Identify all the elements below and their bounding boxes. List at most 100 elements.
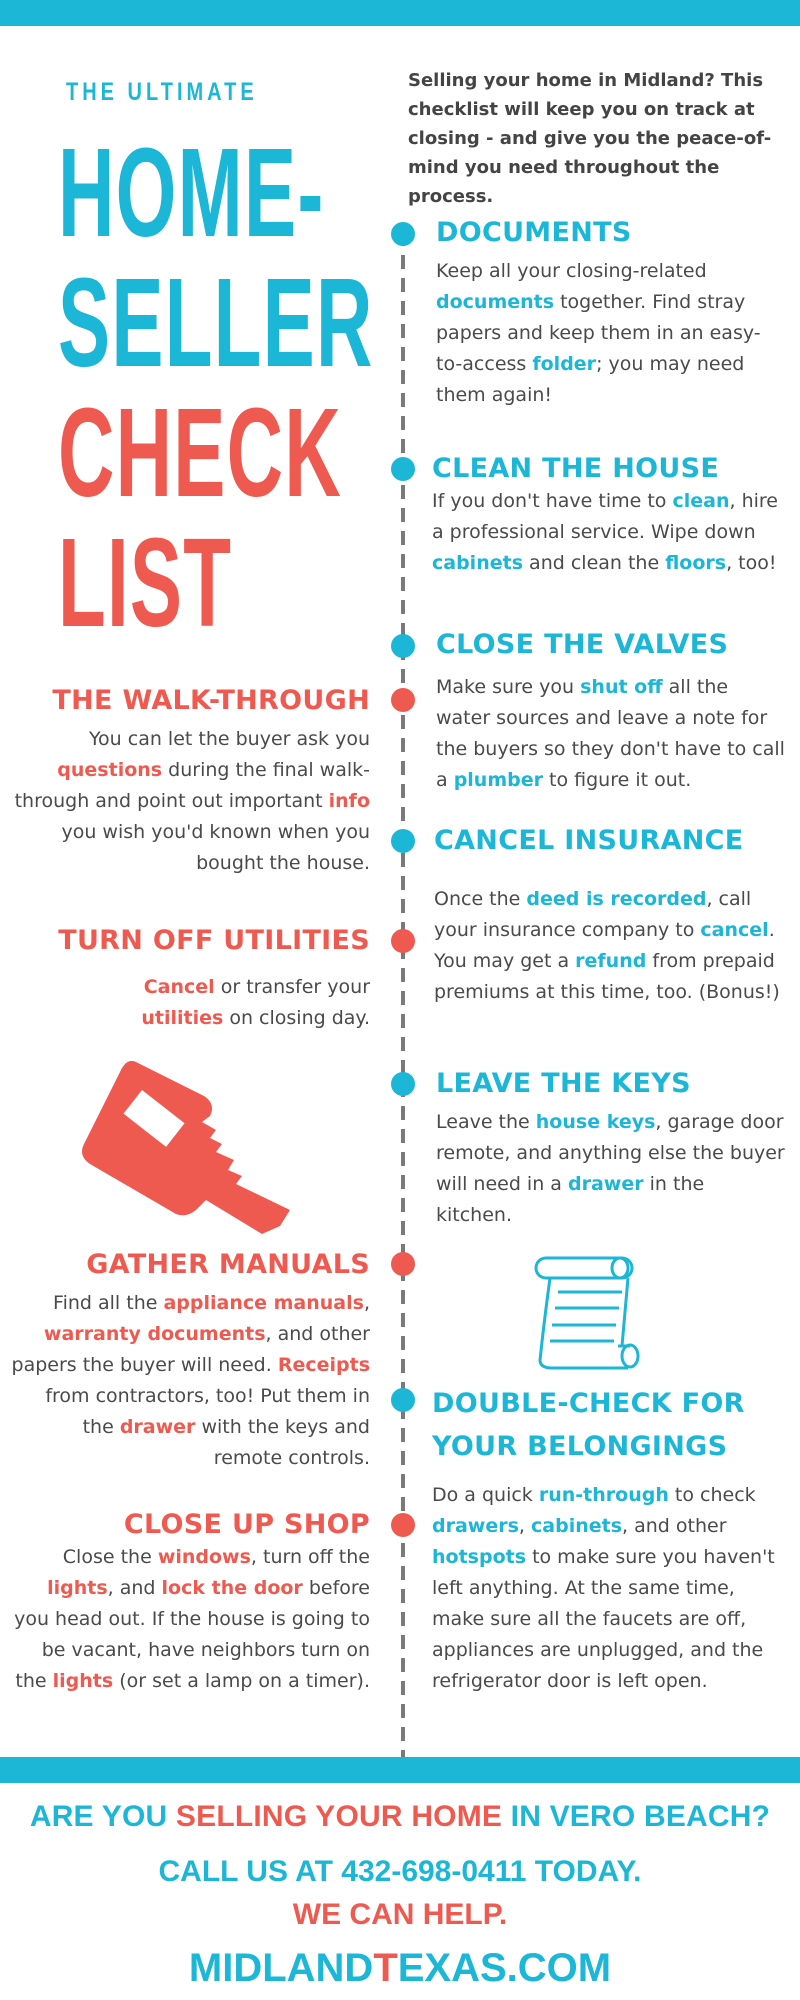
highlight-term: refund [575,950,647,972]
footer-banner-bar [0,1757,800,1783]
highlight-term: utilities [141,1007,224,1029]
intro-text: Selling your home in Midland? This check… [408,70,772,207]
body-text: , [518,1515,532,1537]
section-body: Keep all your closing-related documents … [436,256,786,411]
highlight-term: lights [47,1577,108,1599]
body-text: to figure it out. [542,769,692,791]
timeline-dot-walkthrough [391,688,415,712]
section-walkthrough: THE WALK-THROUGH You can let the buyer a… [10,684,370,879]
section-heading: CLEAN THE HOUSE [432,453,720,484]
section-body: Leave the house keys, garage door remote… [436,1107,786,1231]
body-text: Close the [62,1546,158,1568]
body-text: Do a quick [432,1484,539,1506]
highlight-term: Cancel [143,976,215,998]
section-turn-off-utilities: TURN OFF UTILITIES Cancel or transfer yo… [10,924,370,1034]
highlight-term: warranty documents [43,1323,266,1345]
website-highlight: T [373,1946,398,1990]
highlight-term: clean [672,490,730,512]
highlight-term: hotspots [432,1546,527,1568]
section-heading: THE WALK-THROUGH [52,685,370,716]
highlight-term: floors [665,552,727,574]
section-body: Once the deed is recorded, call your ins… [434,884,784,1008]
body-text: , and other [622,1515,727,1537]
website-part: EXAS.COM [397,1946,612,1990]
section-heading: TURN OFF UTILITIES [58,925,370,956]
section-heading: LEAVE THE KEYS [436,1068,691,1099]
highlight-term: deed is recorded [526,888,707,910]
footer-question-highlight: SELLING YOUR HOME [175,1800,503,1833]
body-text: on closing day. [223,1007,370,1029]
body-text: and clean the [523,552,666,574]
website-part: MIDLAND [188,1946,374,1990]
highlight-term: questions [57,759,163,781]
body-text: to check [668,1484,756,1506]
highlight-term: run-through [538,1484,669,1506]
scroll-icon [534,1256,640,1370]
title-line-home: HOME- [58,122,325,263]
section-heading: CLOSE UP SHOP [123,1509,370,1540]
section-body: Find all the appliance manuals, warranty… [10,1288,370,1474]
section-body: Cancel or transfer your utilities on clo… [70,972,370,1034]
highlight-term: drawers [432,1515,519,1537]
body-text: or transfer your [214,976,370,998]
body-text: , [363,1292,370,1314]
highlight-term: lights [52,1670,114,1692]
footer-help-line: WE CAN HELP. [292,1898,508,1931]
footer-phone-line: CALL US AT 432-698-0411 TODAY. [158,1855,642,1888]
timeline-dot-insurance [391,829,415,853]
body-text: , and [107,1577,162,1599]
highlight-term: windows [157,1546,251,1568]
section-documents: DOCUMENTS Keep all your closing-related … [436,216,786,411]
highlight-term: cancel [700,919,769,941]
body-text: You can let the buyer ask you [88,728,370,750]
section-double-check: DOUBLE-CHECK FOR YOUR BELONGINGS Do a qu… [432,1382,792,1697]
section-body: Make sure you shut off all the water sou… [436,672,786,796]
body-text: , too! [726,552,777,574]
section-body: Do a quick run-through to check drawers,… [432,1480,792,1697]
body-text: Find all the [53,1292,164,1314]
timeline-dot-valves [391,634,415,658]
title-line-seller: SELLER [58,252,374,393]
footer-question-part: IN VERO BEACH? [502,1800,771,1833]
body-text: (or set a lamp on a timer). [113,1670,370,1692]
top-banner-bar [0,0,800,26]
section-heading: CANCEL INSURANCE [434,825,744,856]
highlight-term: cabinets [531,1515,623,1537]
section-close-valves: CLOSE THE VALVES Make sure you shut off … [436,628,786,796]
body-text: , turn off the [250,1546,370,1568]
highlight-term: info [328,790,370,812]
footer-website-link[interactable]: MIDLANDTEXAS.COM [0,1946,800,1991]
timeline-dot-keys [391,1072,415,1096]
timeline-dot-clean [391,457,415,481]
timeline-dot-utilities [391,929,415,953]
title-line-list: LIST [58,512,233,653]
timeline-dot-documents [391,222,415,246]
timeline-dot-manuals [391,1252,415,1276]
highlight-term: shut off [580,676,663,698]
title-line-check: CHECK [58,382,342,523]
body-text: Leave the [436,1111,536,1133]
body-text: you wish you'd known when you bought the… [61,821,370,874]
section-leave-keys: LEAVE THE KEYS Leave the house keys, gar… [436,1067,786,1231]
section-heading: CLOSE THE VALVES [436,629,729,660]
highlight-term: plumber [453,769,543,791]
timeline-dot-belongings [391,1388,415,1412]
section-cancel-insurance: CANCEL INSURANCE Once the deed is record… [434,824,784,1008]
body-text: If you don't have time to [432,490,673,512]
section-body: Close the windows, turn off the lights, … [10,1542,370,1697]
footer-question-part: ARE YOU [29,1800,176,1833]
body-text: Make sure you [436,676,581,698]
section-heading: GATHER MANUALS [86,1249,370,1280]
section-heading: DOCUMENTS [436,217,632,248]
highlight-term: documents [436,291,555,313]
footer-question: ARE YOU SELLING YOUR HOME IN VERO BEACH? [0,1800,800,1834]
section-close-up-shop: CLOSE UP SHOP Close the windows, turn of… [10,1508,370,1697]
highlight-term: drawer [567,1173,644,1195]
highlight-term: Receipts [277,1354,370,1376]
section-clean-house: CLEAN THE HOUSE If you don't have time t… [432,452,782,579]
key-icon [82,1060,290,1234]
title-kicker: THE ULTIMATE [66,78,258,106]
section-gather-manuals: GATHER MANUALS Find all the appliance ma… [10,1248,370,1474]
timeline-dot-shop [391,1513,415,1537]
body-text: with the keys and remote controls. [195,1416,370,1469]
